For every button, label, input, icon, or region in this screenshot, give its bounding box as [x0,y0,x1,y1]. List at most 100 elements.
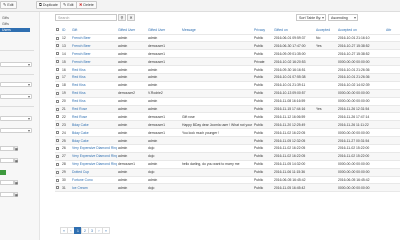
table-row[interactable]: 30 Fortune Cono admin admin Public 2016-06-05… [55,176,400,185]
table-row[interactable]: 20 Red Kiss admin admin Public 2016-11-08 16:… [55,97,400,106]
table-cell: dojo [147,152,181,161]
table-row[interactable]: 15 French Beer admin demouser1 Private 2016-1… [55,57,400,67]
table-cell: 2016-11-02 16:22:05 [273,152,315,161]
calendar-icon[interactable]: ▦ [14,146,18,151]
table-cell [385,160,400,169]
column-header[interactable]: Privacy [253,26,273,35]
table-row[interactable]: 21 Red Rose admin admin Public 2016-11-15 17:… [55,105,400,114]
sidebar-item-users[interactable]: Users [0,28,30,32]
table-cell [315,120,337,130]
date-field[interactable] [0,192,14,197]
table-cell: 2016-11-27 00:31:54 [337,136,385,145]
table-cell[interactable]: French Beer [71,34,117,43]
table-row[interactable]: 26 Very Expensive Diamond Ring admin dojo Pu… [55,144,400,153]
table-cell[interactable]: Red Rose [71,105,117,114]
page-button[interactable]: » [102,227,110,234]
table-cell[interactable]: Fortune Cono [71,176,117,185]
table-cell[interactable]: French Beer [71,49,117,59]
table-cell: 2016-06-05 16:45:42 [337,176,385,185]
table-cell: Public [253,65,273,74]
date-field[interactable] [0,180,14,185]
table-cell: admin [117,152,147,161]
table-row[interactable]: 29 Dotted Cup admin dojo Public 2016-11-06 11… [55,168,400,177]
table-row[interactable]: 24 Bday Cake admin demouser1 You look much y… [55,128,400,138]
table-cell[interactable]: Bday Cake [71,128,117,138]
table-row[interactable]: 23 Bday Cake admin demouser1 Happy BDay dear… [55,120,400,130]
table-cell: demouser1 [147,128,181,138]
table-cell: admin [117,81,147,90]
table-cell[interactable]: French Beer [71,41,117,51]
edit-button-2[interactable]: ✎ Edit [60,1,77,9]
table-cell[interactable]: Bday Cake [71,120,117,130]
column-header[interactable]: Message [181,26,253,35]
filter-select[interactable] [0,94,32,99]
column-header[interactable]: Gifted User [147,26,181,35]
table-cell[interactable]: Very Expensive Diamond Ring [71,152,117,161]
date-field[interactable] [0,158,14,163]
search-button[interactable]: ⚲ [118,14,126,21]
table-cell[interactable]: Dotted Cup [71,168,117,177]
table-cell [385,152,400,161]
table-cell[interactable]: Ice Cream [71,183,117,193]
table-cell[interactable]: Very Expensive Diamond Ring [71,144,117,153]
table-cell[interactable]: French Beer [71,57,117,67]
table-cell: admin [117,183,147,193]
table-row[interactable]: 13 French Beer admin demouser1 Public 2016-06… [55,41,400,51]
table-cell: 2016-11-05 16:45:42 [273,183,315,193]
filter-select[interactable] [0,62,32,67]
duplicate-button[interactable]: ⧉ Duplicate [36,1,61,9]
edit-button[interactable]: ✎ Edit [0,1,17,9]
table-cell[interactable]: Red Kiss [71,89,117,98]
table-row[interactable]: 17 Red Kiss admin admin Public 2016-10-01 07:… [55,73,400,82]
table-cell[interactable]: Very Expensive Diamond Ring [71,160,117,169]
column-header[interactable]: Accepted [315,26,337,35]
table-cell [315,183,337,193]
filter-select[interactable] [0,82,32,87]
table-row[interactable]: 28 Very Expensive Diamond Ring demouser1 ad… [55,160,400,169]
column-header[interactable]: Attr [385,26,400,35]
column-header[interactable]: ID [61,26,71,35]
table-row[interactable]: 14 French Beer admin demouser1 Public 2016-09… [55,49,400,59]
table-cell[interactable]: Bday Cake [71,136,117,145]
table-cell: 2016-11-05 14:32:00 [273,160,315,169]
table-cell: Public [253,73,273,82]
clear-button[interactable]: ✕ [127,14,135,21]
column-header[interactable]: Gifted User [117,26,147,35]
table-cell [181,97,253,106]
date-field[interactable] [0,146,14,151]
calendar-icon[interactable]: ▦ [14,158,18,163]
table-row[interactable]: 12 French Beer admin admin Public 2016-06-01 … [55,34,400,43]
table-row[interactable]: 18 Red Kiss admin admin Public 2016-10-01 21:… [55,81,400,90]
table-cell[interactable]: Red Kiss [71,73,117,82]
sidebar-item-gifts[interactable]: Gifts [0,16,30,20]
table-row[interactable]: 19 Red Kiss demouser2 V.Rodrie2 Public 2016-1… [55,89,400,98]
filter-select[interactable] [0,116,32,121]
table-cell: Public [253,136,273,145]
sort-field-select[interactable]: Sort Table By: [296,14,326,21]
status-indicator[interactable] [0,170,6,175]
table-cell: 2016-11-26 17:47:14 [337,112,385,122]
table-row[interactable]: 16 Red Kiss admin admin Public 2016-09-30 16:… [55,65,400,74]
filter-select[interactable] [0,128,32,133]
column-header[interactable]: Accepted on [337,26,385,35]
sort-direction-select[interactable]: Ascending [328,14,358,21]
table-cell: 27 [61,152,71,161]
column-header[interactable]: Gifted on [273,26,315,35]
table-row[interactable]: 31 Ice Cream admin dojo Public 2016-11-05 16:… [55,183,400,193]
table-row[interactable]: 22 Red Rose admin demouser1 Gift rose Public 2… [55,112,400,122]
search-input[interactable]: Search [55,14,117,21]
calendar-icon[interactable]: ▦ [14,180,18,185]
calendar-icon[interactable]: ▦ [14,192,18,197]
table-cell [181,89,253,98]
table-cell[interactable]: Red Rose [71,112,117,122]
table-cell: demouser1 [117,160,147,169]
column-header[interactable]: Gift [71,26,117,35]
table-row[interactable]: 27 Very Expensive Diamond Ring admin dojo Pu… [55,152,400,161]
table-cell[interactable]: Red Kiss [71,97,117,106]
table-cell[interactable]: Red Kiss [71,81,117,90]
sidebar-item-gifts-2[interactable]: Gifts [0,22,30,26]
table-cell[interactable]: Red Kiss [71,65,117,74]
table-row[interactable]: 25 Bday Cake admin admin Public 2016-11-05 12… [55,136,400,145]
delete-button[interactable]: ✖ Delete [76,1,97,9]
table-cell: admin [117,34,147,43]
